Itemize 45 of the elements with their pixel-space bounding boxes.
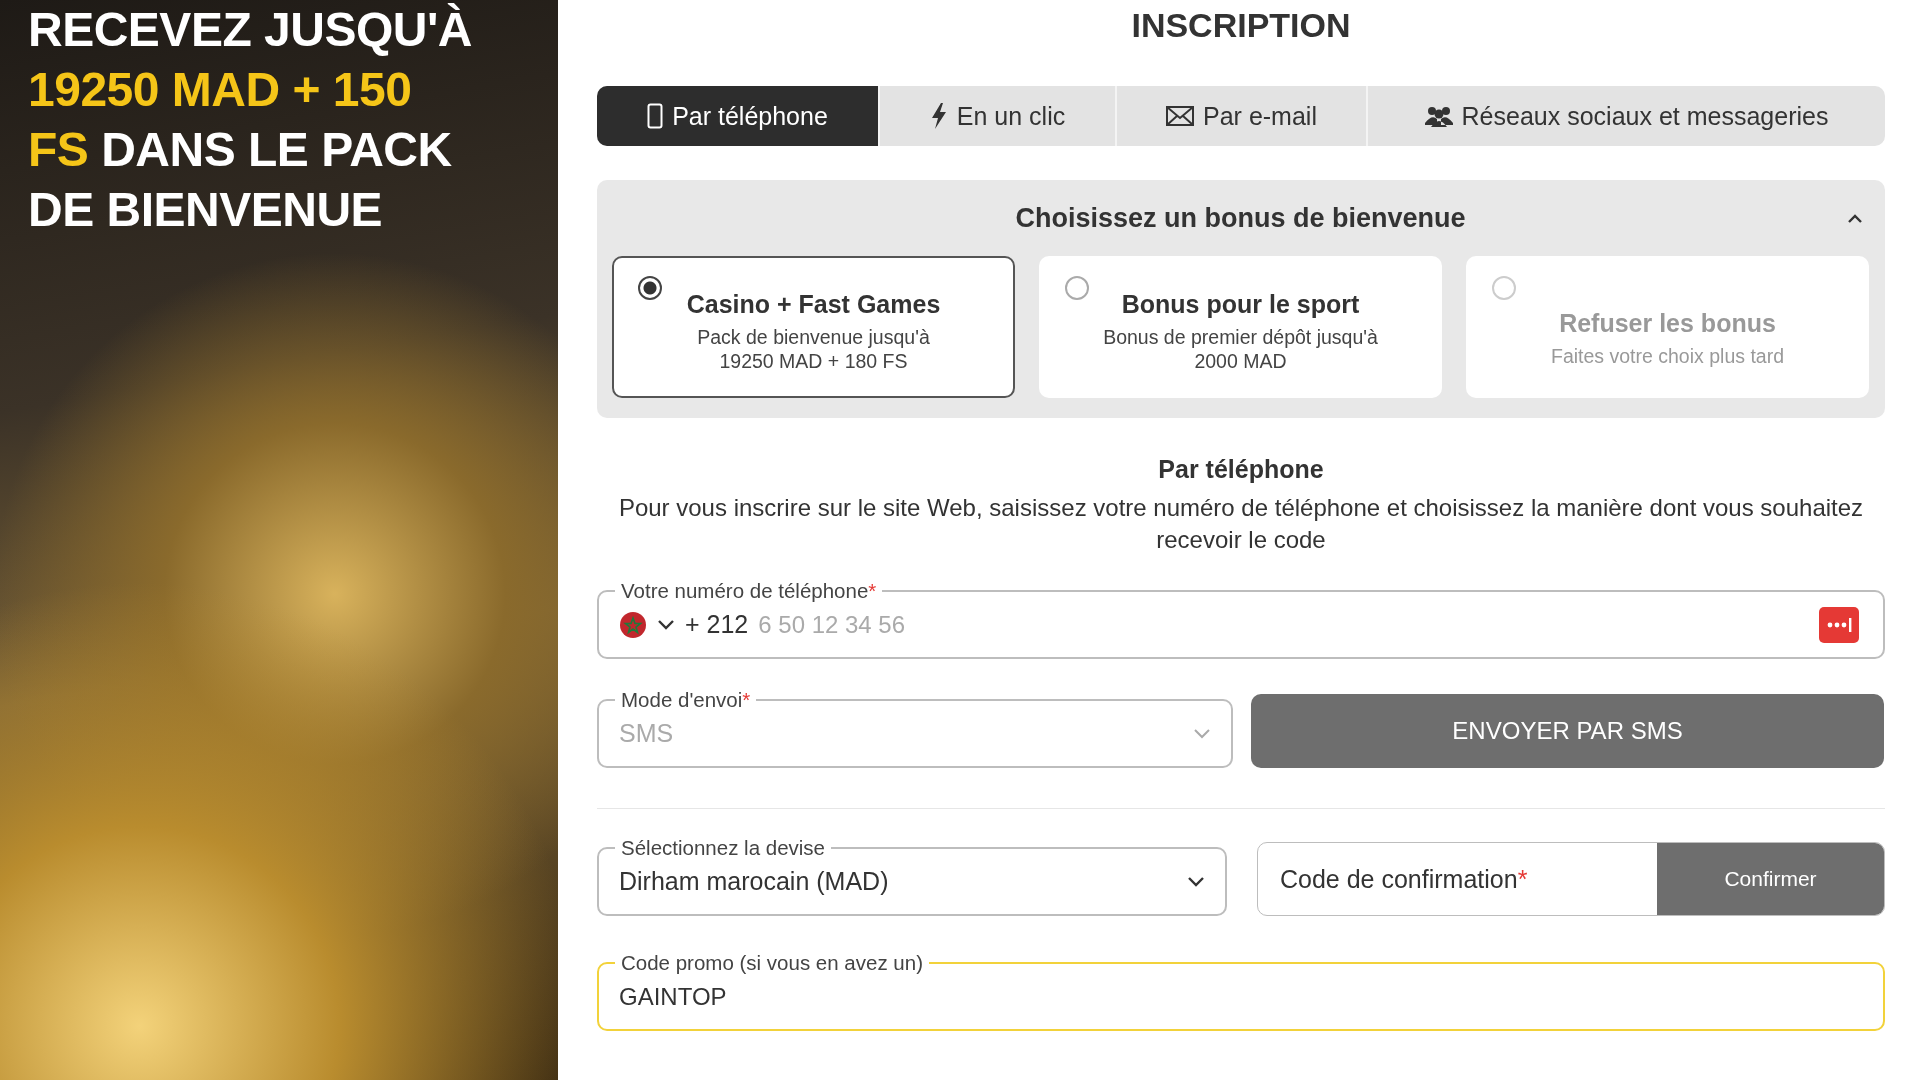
field-label: Votre numéro de téléphone* xyxy=(620,582,878,600)
section-title: Par téléphone xyxy=(1157,454,1325,484)
field-label: Code promo (si vous en avez un) xyxy=(620,954,924,972)
people-icon xyxy=(1424,105,1453,127)
bonus-option-description: Bonus de premier dépôt jusqu'à 2000 MAD xyxy=(1102,324,1379,373)
confirmation-code-input[interactable]: Code de confirmation xyxy=(1280,864,1518,894)
bonus-option-description: Faites votre choix plus tard xyxy=(1551,343,1784,368)
chevron-down-icon xyxy=(1187,875,1205,888)
bonus-option-card[interactable]: Bonus pour le sport Bonus de premier dépôt jusqu'à 2000 MAD xyxy=(1039,256,1442,398)
select-value: SMS xyxy=(619,719,674,748)
radio-button[interactable] xyxy=(638,276,662,300)
instructions-text: Pour vous inscrire sur le site Web, saisissez votre numéro de téléphone et choisissez la manière dont vous souhaitez recevoir le code xyxy=(617,493,1865,555)
chevron-icon[interactable] xyxy=(1847,213,1863,223)
tab[interactable]: Par téléphone xyxy=(597,86,880,146)
dots-icon xyxy=(1819,606,1859,643)
field-label: Sélectionnez la devise xyxy=(620,839,826,857)
bonus-option-description: Pack de bienvenue jusqu'à 19250 MAD + 180 FS xyxy=(696,324,931,373)
phone-field[interactable]: Votre numéro de téléphone* + 212 6 50 12 34 56 xyxy=(597,582,1885,659)
tab[interactable]: Par e-mail xyxy=(1117,86,1368,146)
flag-icon xyxy=(619,610,647,639)
envelope-icon xyxy=(1166,106,1195,126)
promo-code-field[interactable]: Code promo (si vous en avez un) GAINTOP xyxy=(597,954,1885,1031)
radio-button[interactable] xyxy=(1065,276,1089,300)
select-value: Dirham marocain (MAD) xyxy=(619,867,889,896)
tab[interactable]: Réseaux sociaux et messageries xyxy=(1368,86,1885,146)
phone-icon xyxy=(647,103,664,129)
bonus-option-title: Refuser les bonus xyxy=(1559,308,1776,338)
page-title: INSCRIPTION xyxy=(1130,6,1352,44)
banner-headline: RECEVEZ JUSQU'À 19250 MAD + 150 FS DANS LE PACK DE BIENVENUE xyxy=(28,2,473,238)
currency-select[interactable]: Sélectionnez la devise Dirham marocain (MAD) xyxy=(597,839,1227,916)
confirm-button[interactable]: Confirmer xyxy=(1657,843,1884,915)
bonus-option-title: Casino + Fast Games xyxy=(686,289,941,319)
lightning-icon xyxy=(929,103,948,129)
phone-number-input[interactable]: 6 50 12 34 56 xyxy=(758,610,1809,639)
country-code: + 212 xyxy=(685,610,749,639)
field-label: Mode d'envoi* xyxy=(620,691,752,709)
tab[interactable]: En un clic xyxy=(880,86,1117,146)
chevron-down-icon[interactable] xyxy=(657,618,675,631)
bonus-option-card[interactable]: Casino + Fast Games Pack de bienvenue jusqu'à 19250 MAD + 180 FS xyxy=(612,256,1015,398)
promo-code-input[interactable]: GAINTOP xyxy=(619,982,1863,1011)
bonus-option-title: Bonus pour le sport xyxy=(1121,289,1360,319)
required-mark: * xyxy=(1517,864,1528,894)
chevron-down-icon xyxy=(1193,727,1211,740)
bonus-panel-title: Choisissez un bonus de bienvenue xyxy=(1014,202,1467,234)
send-sms-button[interactable]: ENVOYER PAR SMS xyxy=(1251,694,1884,768)
